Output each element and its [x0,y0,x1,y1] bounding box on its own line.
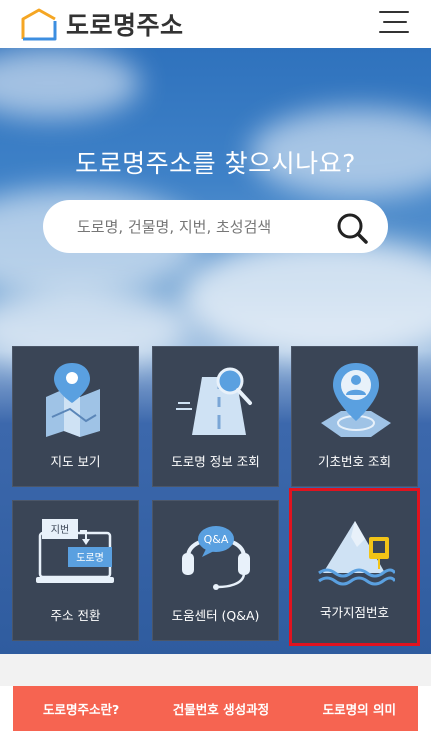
info-links-bar: 도로명주소란? 건물번호 생성과정 도로명의 의미 [13,686,418,731]
address-convert-icon: 지번 도로명 [36,519,114,583]
tile-national-point-number[interactable]: 국가지점번호 [289,488,420,646]
headset-icon: Q&A [182,526,250,590]
tile-map-view[interactable]: 지도 보기 [12,346,139,487]
tile-label: 국가지점번호 [319,605,389,620]
road-search-icon [176,367,252,435]
tile-road-info[interactable]: 도로명 정보 조회 [152,346,279,487]
tile-help-center[interactable]: Q&A 도움센터 (Q&A) [152,500,279,641]
svg-text:지번: 지번 [51,524,69,536]
search-icon[interactable] [334,210,370,246]
map-pin-icon [46,363,100,437]
tile-label: 기초번호 조회 [318,454,391,469]
svg-text:Q&A: Q&A [204,533,229,546]
search-input[interactable] [75,214,329,240]
tile-label: 주소 전환 [50,608,101,623]
link-what-is-road-address[interactable]: 도로명주소란? [43,699,119,718]
cloud [180,238,431,358]
tile-label: 지도 보기 [50,454,101,469]
logo[interactable]: 도로명주소 [20,6,184,42]
link-road-name-meaning[interactable]: 도로명의 의미 [323,699,396,718]
hero-title: 도로명주소를 찾으시나요? [75,149,356,178]
mountain-sea-icon [318,521,395,586]
user-location-icon [321,363,391,437]
tile-label: 도로명 정보 조회 [171,454,260,469]
section-divider [0,654,431,686]
house-logo-icon [21,8,57,41]
tile-address-convert[interactable]: 지번 도로명 주소 전환 [12,500,139,641]
hamburger-menu-icon[interactable] [379,10,409,34]
hero-section: 도로명주소를 찾으시나요? 지도 보기 도로명 정보 조회 [0,48,431,654]
logo-text: 도로명주소 [66,11,184,40]
tile-label: 도움센터 (Q&A) [171,608,260,623]
tile-base-number[interactable]: 기초번호 조회 [291,346,418,487]
link-building-number-process[interactable]: 건물번호 생성과정 [173,699,269,718]
app-header: 도로명주소 [0,0,431,48]
cloud [0,48,140,118]
search-box [43,200,388,253]
svg-text:도로명: 도로명 [76,552,104,564]
